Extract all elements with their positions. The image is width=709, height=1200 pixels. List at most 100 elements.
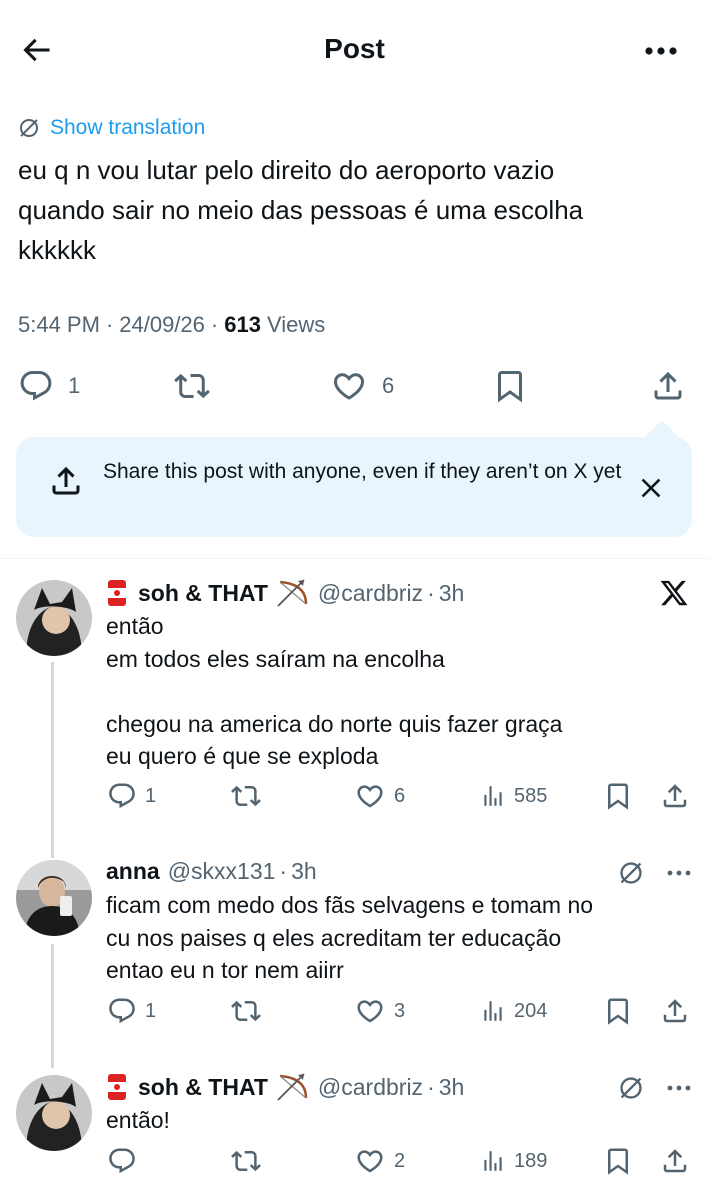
can-emoji-icon [108, 580, 126, 606]
repost-button[interactable] [230, 1146, 262, 1176]
views-button[interactable]: 189 [480, 1146, 547, 1176]
like-icon [357, 1150, 383, 1173]
like-button[interactable]: 6 [354, 781, 405, 811]
meta-separator: · [427, 1073, 435, 1100]
share-icon [654, 371, 682, 400]
reply-button[interactable] [107, 1146, 145, 1176]
reply-button[interactable]: 1 [107, 996, 156, 1026]
translate-icon[interactable] [618, 1075, 644, 1101]
like-icon [333, 373, 365, 400]
avatar[interactable] [16, 580, 92, 656]
like-count: 3 [394, 999, 406, 1022]
like-icon [357, 785, 383, 808]
bow-arrow-emoji-icon [277, 1073, 308, 1101]
reply-author-name[interactable]: soh & THAT [138, 580, 268, 607]
reply-header: soh & THAT @cardbriz · 3h [106, 1072, 464, 1102]
views-icon [484, 786, 502, 806]
reply-corner-icons [618, 1075, 692, 1101]
avatar-image-icon [16, 1075, 92, 1151]
share-button[interactable] [660, 781, 690, 811]
avatar[interactable] [16, 860, 92, 936]
more-options-button[interactable] [641, 36, 681, 66]
reply-corner-icons [618, 860, 692, 886]
like-count: 6 [382, 373, 395, 398]
reply-count: 1 [145, 999, 157, 1022]
reply-author-handle[interactable]: @skxx131 [168, 858, 276, 885]
reply-header: soh & THAT @cardbriz · 3h [106, 578, 464, 608]
bookmark-button[interactable] [603, 996, 633, 1026]
reply-button[interactable]: 1 [18, 368, 80, 404]
reply-count: 1 [145, 784, 157, 807]
reply-header: anna @skxx131 · 3h [106, 858, 317, 885]
like-button[interactable]: 6 [330, 368, 394, 404]
reply-icon [20, 371, 52, 401]
share-icon [663, 784, 687, 808]
page-title: Post [324, 33, 385, 64]
views-button[interactable]: 204 [480, 996, 547, 1026]
meta-separator: · [279, 858, 288, 884]
like-button[interactable]: 3 [354, 996, 405, 1026]
repost-button[interactable] [172, 368, 212, 404]
bow-arrow-emoji-icon [277, 579, 308, 607]
reply-time: 3h [438, 1073, 465, 1100]
thread-line [51, 662, 54, 858]
header: Post [0, 0, 709, 100]
post-date: 24/09/26 [119, 312, 205, 337]
reply-icon [109, 1148, 135, 1174]
share-button[interactable] [660, 1146, 690, 1176]
repost-icon [231, 1000, 261, 1022]
x-logo-icon [660, 580, 688, 606]
views-button[interactable]: 585 [480, 781, 547, 811]
close-button[interactable] [636, 473, 666, 503]
bookmark-button[interactable] [492, 368, 528, 404]
views-label: Views [266, 312, 326, 337]
bookmark-icon [608, 783, 628, 810]
reply-author-handle[interactable]: @cardbriz [318, 580, 423, 607]
repost-icon [231, 785, 261, 807]
reply-action-bar: 1 3 204 [0, 996, 709, 1036]
meta-separator: · [427, 579, 435, 606]
post-text: eu q n vou lutar pelo direito do aeropor… [18, 155, 584, 265]
share-icon [663, 1149, 687, 1173]
reply-author-handle[interactable]: @cardbriz [318, 1074, 423, 1101]
close-icon [641, 478, 661, 498]
meta-separator: · [210, 312, 219, 337]
x-logo-button[interactable] [659, 578, 689, 608]
reply-text: ficam com medo dos fãs selvagens e tomam… [106, 892, 594, 983]
like-icon [357, 1000, 383, 1023]
bookmark-button[interactable] [603, 1146, 633, 1176]
reply-author-name[interactable]: anna [106, 858, 160, 885]
like-button[interactable]: 2 [354, 1146, 405, 1176]
share-button[interactable] [650, 368, 686, 404]
repost-icon [174, 373, 210, 399]
views-icon [484, 1151, 502, 1171]
reply-button[interactable]: 1 [107, 781, 156, 811]
reply-time: 3h [438, 579, 465, 606]
views-count: 613 [224, 312, 261, 337]
more-icon[interactable] [666, 868, 692, 878]
share-prompt-card: Share this post with anyone, even if the… [16, 437, 692, 537]
can-emoji-icon [108, 1074, 126, 1100]
share-button[interactable] [660, 996, 690, 1026]
reply-time: 3h [291, 858, 317, 884]
reply-action-bar: 1 6 585 [0, 781, 709, 821]
bookmark-button[interactable] [603, 781, 633, 811]
reply-icon [109, 783, 135, 809]
show-translation-link[interactable]: Show translation [18, 114, 205, 142]
translate-icon[interactable] [618, 860, 644, 886]
repost-button[interactable] [230, 996, 262, 1026]
views-count: 204 [514, 999, 548, 1022]
reply-author-name[interactable]: soh & THAT [138, 1074, 268, 1101]
more-icon [645, 47, 677, 55]
share-prompt-icon-wrap [48, 463, 84, 499]
share-prompt-text: Share this post with anyone, even if the… [103, 460, 622, 483]
translate-icon [20, 119, 38, 137]
reply-text: então em todos eles saíram na encolha ch… [106, 613, 563, 769]
reply-icon [109, 998, 135, 1024]
avatar-image-icon [16, 860, 92, 936]
share-icon [663, 999, 687, 1023]
avatar[interactable] [16, 1075, 92, 1151]
more-icon[interactable] [666, 1083, 692, 1093]
repost-button[interactable] [230, 781, 262, 811]
avatar-image-icon [16, 580, 92, 656]
